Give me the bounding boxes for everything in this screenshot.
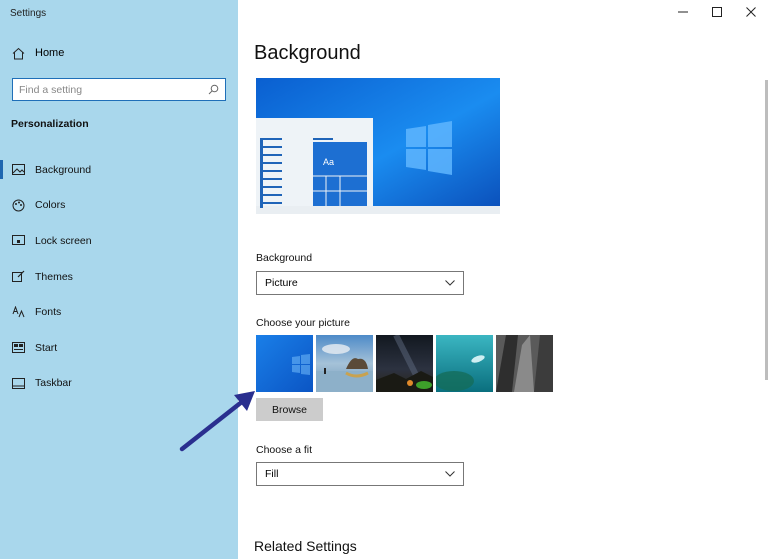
sidebar-item-colors[interactable]: Colors — [0, 188, 238, 224]
browse-button[interactable]: Browse — [256, 398, 323, 421]
sidebar-item-label: Lock screen — [35, 234, 92, 247]
close-button[interactable] — [734, 0, 768, 26]
sidebar-item-background[interactable]: Background — [0, 152, 238, 188]
fit-dropdown[interactable]: Fill — [256, 462, 464, 486]
thumbnail-beach-rocks[interactable] — [316, 335, 373, 392]
maximize-button[interactable] — [700, 0, 734, 26]
sidebar-item-label: Start — [35, 341, 58, 354]
minimize-icon — [678, 4, 688, 22]
search-icon[interactable] — [207, 84, 219, 96]
home-icon — [11, 46, 25, 60]
section-title: Personalization — [11, 118, 89, 130]
home-label: Home — [35, 47, 65, 59]
chevron-down-icon — [445, 468, 455, 480]
window-controls — [666, 0, 768, 26]
background-preview: Aa — [256, 78, 500, 214]
thumbnail-windows-blue[interactable] — [256, 335, 313, 392]
home-link[interactable]: Home — [11, 46, 64, 60]
preview-tile-text: Aa — [323, 157, 334, 167]
thumbnail-underwater[interactable] — [436, 335, 493, 392]
main-content: Background Aa Background Picture Choose … — [238, 0, 768, 559]
sidebar-item-taskbar[interactable]: Taskbar — [0, 366, 238, 402]
sidebar-item-lock-screen[interactable]: Lock screen — [0, 223, 238, 259]
lock-screen-icon — [11, 234, 25, 248]
start-icon — [11, 341, 25, 355]
maximize-icon — [712, 4, 722, 22]
chevron-down-icon — [445, 277, 455, 289]
sidebar: Settings Home Personalization Background… — [0, 0, 238, 559]
thumbnail-rock-cliff[interactable] — [496, 335, 553, 392]
picture-thumbnails — [256, 335, 553, 392]
minimize-button[interactable] — [666, 0, 700, 26]
app-title: Settings — [10, 8, 47, 19]
palette-icon — [11, 198, 25, 212]
background-dropdown[interactable]: Picture — [256, 271, 464, 295]
choose-picture-label: Choose your picture — [256, 317, 350, 329]
sidebar-nav: Background Colors Lock screen Themes Fon… — [0, 152, 238, 401]
font-icon — [11, 305, 25, 319]
related-settings-heading: Related Settings — [254, 538, 357, 554]
page-title: Background — [254, 42, 361, 64]
fit-dropdown-value: Fill — [265, 468, 279, 480]
sidebar-item-label: Themes — [35, 270, 73, 283]
sidebar-item-label: Taskbar — [35, 377, 72, 390]
search-box[interactable] — [12, 78, 226, 101]
taskbar-icon — [11, 376, 25, 390]
search-input[interactable] — [19, 83, 207, 96]
close-icon — [746, 4, 756, 22]
brush-icon — [11, 270, 25, 284]
background-dropdown-value: Picture — [265, 277, 298, 289]
sidebar-item-label: Fonts — [35, 306, 62, 319]
sidebar-item-label: Background — [35, 163, 92, 176]
thumbnail-night-sky[interactable] — [376, 335, 433, 392]
picture-icon — [11, 163, 25, 177]
sidebar-item-label: Colors — [35, 199, 66, 212]
sidebar-item-start[interactable]: Start — [0, 330, 238, 366]
sidebar-item-fonts[interactable]: Fonts — [0, 294, 238, 330]
sidebar-item-themes[interactable]: Themes — [0, 259, 238, 295]
background-label: Background — [256, 252, 313, 264]
choose-fit-label: Choose a fit — [256, 444, 313, 456]
